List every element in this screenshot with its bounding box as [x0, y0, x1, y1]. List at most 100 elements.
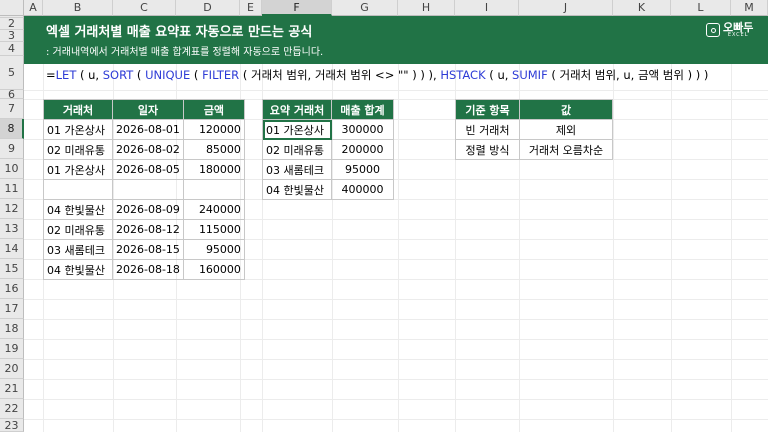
- table-row: 04 한빛물산 2026-08-09 240000: [43, 199, 245, 220]
- column-header-i[interactable]: I: [455, 0, 519, 16]
- cell[interactable]: [182, 179, 245, 200]
- row-header-13[interactable]: 13: [0, 219, 24, 239]
- row-header-15[interactable]: 15: [0, 259, 24, 279]
- row-header-9[interactable]: 9: [0, 139, 24, 159]
- row-header-10[interactable]: 10: [0, 159, 24, 179]
- table-row: 01 가온상사 2026-08-01 120000: [43, 119, 245, 140]
- row-header-17[interactable]: 17: [0, 299, 24, 319]
- fn-let: LET: [55, 68, 77, 82]
- header-sales-total[interactable]: 매출 합계: [331, 99, 394, 120]
- header-criteria-value[interactable]: 값: [519, 99, 613, 120]
- row-header-18[interactable]: 18: [0, 319, 24, 339]
- column-header-m[interactable]: M: [731, 0, 768, 16]
- cell[interactable]: 2026-08-15: [112, 239, 184, 260]
- cell[interactable]: 04 한빛물산: [262, 179, 332, 200]
- cell[interactable]: 95000: [331, 159, 394, 180]
- row-header-11[interactable]: 11: [0, 179, 24, 199]
- gridline: [24, 90, 768, 91]
- gridline: [24, 399, 768, 400]
- cell[interactable]: 02 미래유통: [43, 219, 113, 240]
- selected-cell[interactable]: 01 가온상사: [262, 119, 332, 140]
- criteria-table: 기준 항목 값 빈 거래처 제외 정렬 방식 거래처 오름차순: [455, 99, 613, 160]
- column-header-e[interactable]: E: [240, 0, 262, 16]
- row-header-12[interactable]: 12: [0, 199, 24, 219]
- row-header-16[interactable]: 16: [0, 279, 24, 299]
- row-header-21[interactable]: 21: [0, 379, 24, 399]
- cell[interactable]: 400000: [331, 179, 394, 200]
- page-subtitle: : 거래내역에서 거래처별 매출 합계표를 정렬해 자동으로 만듭니다.: [46, 47, 324, 58]
- table-row: 04 한빛물산 2026-08-18 160000: [43, 259, 245, 280]
- summary-table: 요약 거래처 매출 합계 01 가온상사 300000 02 미래유통 200000…: [262, 99, 394, 200]
- cell[interactable]: 01 가온상사: [43, 159, 113, 180]
- row-header-5[interactable]: 5: [0, 56, 24, 90]
- column-header-f[interactable]: F: [262, 0, 332, 16]
- gridline: [24, 319, 768, 320]
- header-vendor[interactable]: 거래처: [43, 99, 113, 120]
- cell[interactable]: 빈 거래처: [455, 119, 520, 140]
- cell[interactable]: 2026-08-01: [112, 119, 184, 140]
- cell[interactable]: 300000: [331, 119, 394, 140]
- row-header-8[interactable]: 8: [0, 119, 24, 139]
- header-summary-vendor[interactable]: 요약 거래처: [262, 99, 332, 120]
- row-header-23[interactable]: 23: [0, 419, 24, 432]
- cell[interactable]: 2026-08-12: [112, 219, 184, 240]
- row-header-19[interactable]: 19: [0, 339, 24, 359]
- column-header-d[interactable]: D: [176, 0, 240, 16]
- cell[interactable]: 180000: [182, 159, 245, 180]
- cell[interactable]: 2026-08-18: [112, 259, 184, 280]
- cell[interactable]: 115000: [182, 219, 245, 240]
- row-header-4[interactable]: 4: [0, 42, 24, 56]
- table-row: 04 한빛물산 400000: [262, 179, 394, 200]
- row-header-22[interactable]: 22: [0, 399, 24, 419]
- cell[interactable]: 정렬 방식: [455, 139, 520, 160]
- row-header-7[interactable]: 7: [0, 99, 24, 119]
- column-header-j[interactable]: J: [519, 0, 613, 16]
- table-row: 정렬 방식 거래처 오름차순: [455, 139, 613, 160]
- cell[interactable]: 02 미래유통: [43, 139, 113, 160]
- cell[interactable]: 02 미래유통: [262, 139, 332, 160]
- cell[interactable]: 95000: [182, 239, 245, 260]
- header-amount[interactable]: 금액: [182, 99, 245, 120]
- cell[interactable]: 거래처 오름차순: [519, 139, 613, 160]
- cell[interactable]: 2026-08-09: [112, 199, 184, 220]
- table-row: 03 새롬테크 95000: [262, 159, 394, 180]
- column-header-k[interactable]: K: [613, 0, 671, 16]
- cell[interactable]: 160000: [182, 259, 245, 280]
- cell[interactable]: 01 가온상사: [43, 119, 113, 140]
- cell[interactable]: 120000: [182, 119, 245, 140]
- fn-unique: UNIQUE: [145, 68, 191, 82]
- row-header-6[interactable]: 6: [0, 88, 24, 101]
- header-criteria-item[interactable]: 기준 항목: [455, 99, 520, 120]
- table-row: 01 가온상사 300000: [262, 119, 394, 140]
- logo-icon: [706, 23, 720, 37]
- table-row: 03 새롬테크 2026-08-15 95000: [43, 239, 245, 260]
- cell[interactable]: 03 새롬테크: [43, 239, 113, 260]
- header-date[interactable]: 일자: [112, 99, 184, 120]
- column-header-a[interactable]: A: [24, 0, 43, 16]
- cell[interactable]: 제외: [519, 119, 613, 140]
- cell[interactable]: 200000: [331, 139, 394, 160]
- cell[interactable]: [112, 179, 184, 200]
- fn-sumif: SUMIF: [512, 68, 548, 82]
- row-header-14[interactable]: 14: [0, 239, 24, 259]
- fn-hstack: HSTACK: [440, 68, 486, 82]
- column-header-l[interactable]: L: [671, 0, 731, 16]
- column-header-h[interactable]: H: [398, 0, 455, 16]
- column-header-c[interactable]: C: [113, 0, 176, 16]
- fn-sort: SORT: [102, 68, 134, 82]
- column-header-b[interactable]: B: [43, 0, 113, 16]
- cell[interactable]: [43, 179, 113, 200]
- row-header-3[interactable]: 3: [0, 29, 24, 42]
- cell[interactable]: 03 새롬테크: [262, 159, 332, 180]
- cell[interactable]: 04 한빛물산: [43, 259, 113, 280]
- select-all-corner[interactable]: [0, 0, 24, 16]
- table-row: 02 미래유통 2026-08-02 85000: [43, 139, 245, 160]
- row-header-20[interactable]: 20: [0, 359, 24, 379]
- cell[interactable]: 85000: [182, 139, 245, 160]
- cell[interactable]: 2026-08-05: [112, 159, 184, 180]
- column-header-g[interactable]: G: [332, 0, 398, 16]
- cell[interactable]: 04 한빛물산: [43, 199, 113, 220]
- cell[interactable]: 240000: [182, 199, 245, 220]
- cell[interactable]: 2026-08-02: [112, 139, 184, 160]
- formula-text[interactable]: =LET ( u, SORT ( UNIQUE ( FILTER ( 거래처 범…: [46, 67, 708, 83]
